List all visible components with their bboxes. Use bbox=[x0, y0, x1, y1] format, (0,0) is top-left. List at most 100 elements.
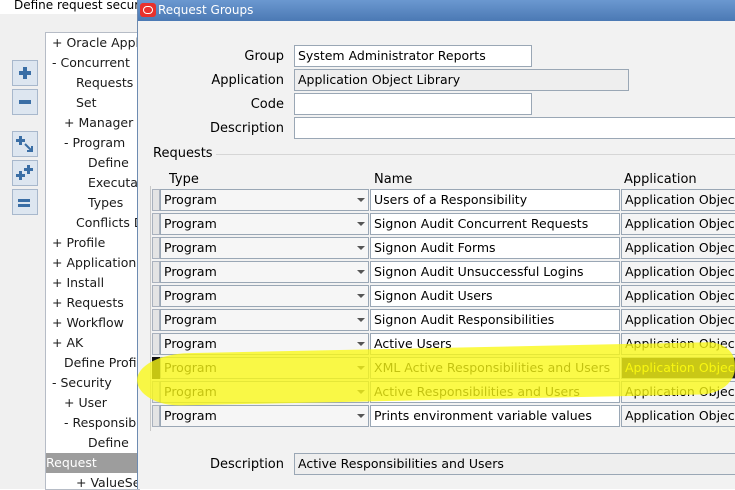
tree-node[interactable]: Conflicts D bbox=[76, 213, 139, 233]
name-field[interactable]: Active Users bbox=[370, 333, 620, 355]
type-select[interactable]: Program bbox=[160, 309, 369, 331]
name-field[interactable]: XML Active Responsibilities and Users bbox=[370, 357, 620, 379]
expand-icon bbox=[19, 67, 31, 79]
application-field[interactable]: Application Object L bbox=[621, 237, 735, 259]
dropdown-arrow-icon[interactable] bbox=[357, 318, 365, 322]
tree-node[interactable]: Define bbox=[88, 153, 129, 173]
dropdown-arrow-icon[interactable] bbox=[357, 366, 365, 370]
row-selector[interactable] bbox=[152, 213, 160, 235]
name-field[interactable]: Signon Audit Concurrent Requests bbox=[370, 213, 620, 235]
application-field[interactable]: Application Object L bbox=[621, 309, 735, 331]
dropdown-arrow-icon[interactable] bbox=[357, 414, 365, 418]
navigator-tree[interactable]: + Oracle Appli - Concurrent Requests Set + M… bbox=[45, 32, 140, 490]
name-field[interactable]: Signon Audit Forms bbox=[370, 237, 620, 259]
type-select[interactable]: Program bbox=[160, 261, 369, 283]
collapse-button[interactable] bbox=[12, 89, 38, 115]
expand-all-button[interactable] bbox=[12, 160, 38, 186]
tree-node[interactable]: + Install bbox=[52, 273, 104, 293]
tree-node[interactable]: + ValueSe bbox=[76, 473, 139, 489]
request-groups-window: Request Groups Group System Administrato… bbox=[137, 0, 735, 489]
row-selector[interactable] bbox=[152, 357, 160, 379]
tree-node[interactable]: Define Profile bbox=[64, 353, 139, 373]
type-select[interactable]: Program bbox=[160, 333, 369, 355]
tree-node[interactable]: + Workflow bbox=[52, 313, 124, 333]
tree-node[interactable]: + Manager bbox=[64, 113, 133, 133]
tree-node[interactable]: + Application bbox=[52, 253, 136, 273]
dropdown-arrow-icon[interactable] bbox=[357, 246, 365, 250]
application-field[interactable]: Application Object L bbox=[621, 189, 735, 211]
row-selector[interactable] bbox=[152, 261, 160, 283]
footer-description-label: Description bbox=[209, 457, 284, 472]
tree-node[interactable]: Types bbox=[88, 193, 123, 213]
tree-node[interactable]: - Security bbox=[52, 373, 112, 393]
tree-node[interactable]: + Requests bbox=[52, 293, 124, 313]
type-select[interactable]: Program bbox=[160, 213, 369, 235]
collapse-all-icon bbox=[18, 199, 30, 207]
type-select[interactable]: Program bbox=[160, 381, 369, 403]
name-field[interactable]: Signon Audit Users bbox=[370, 285, 620, 307]
tree-node[interactable]: Set bbox=[76, 93, 97, 113]
tree-node[interactable]: Executa bbox=[88, 173, 138, 193]
application-field[interactable]: Application Object L bbox=[621, 261, 735, 283]
navigator-panel: + Oracle Appli - Concurrent Requests Set + M… bbox=[0, 14, 140, 490]
type-select[interactable]: Program bbox=[160, 405, 369, 427]
application-field[interactable]: Application Object L bbox=[621, 333, 735, 355]
expand-button[interactable] bbox=[12, 60, 38, 86]
application-field[interactable]: Application Object L bbox=[621, 285, 735, 307]
application-field[interactable]: Application Object L bbox=[621, 381, 735, 403]
tree-node[interactable]: Define bbox=[88, 433, 129, 453]
section-divider bbox=[216, 154, 735, 155]
collapse-icon bbox=[19, 100, 31, 104]
window-titlebar[interactable]: Request Groups bbox=[138, 0, 735, 21]
type-select[interactable]: Program bbox=[160, 357, 369, 379]
row-selector[interactable] bbox=[152, 189, 160, 211]
dropdown-arrow-icon[interactable] bbox=[357, 198, 365, 202]
tree-node[interactable]: + Oracle Appli bbox=[52, 33, 139, 53]
row-selector[interactable] bbox=[152, 237, 160, 259]
application-field[interactable]: Application Object L bbox=[621, 405, 735, 427]
dropdown-arrow-icon[interactable] bbox=[357, 294, 365, 298]
type-select[interactable]: Program bbox=[160, 237, 369, 259]
type-value: Program bbox=[164, 216, 217, 231]
type-value: Program bbox=[164, 360, 217, 375]
type-select[interactable]: Program bbox=[160, 285, 369, 307]
tree-node[interactable]: - Program bbox=[64, 133, 125, 153]
collapse-all-button[interactable] bbox=[12, 189, 38, 215]
application-field[interactable]: Application Object Library bbox=[294, 69, 629, 91]
footer-description-field[interactable]: Active Responsibilities and Users bbox=[294, 453, 735, 475]
code-field[interactable] bbox=[294, 93, 532, 115]
requests-section-legend: Requests bbox=[153, 146, 213, 161]
tree-node[interactable]: Request bbox=[46, 453, 139, 473]
tree-node[interactable]: + AK bbox=[52, 333, 83, 353]
row-selector[interactable] bbox=[152, 381, 160, 403]
dropdown-arrow-icon[interactable] bbox=[357, 342, 365, 346]
name-field[interactable]: Active Responsibilities and Users bbox=[370, 381, 620, 403]
type-value: Program bbox=[164, 288, 217, 303]
group-label: Group bbox=[244, 49, 284, 64]
name-field[interactable]: Signon Audit Unsuccessful Logins bbox=[370, 261, 620, 283]
tree-node[interactable]: - Concurrent bbox=[52, 53, 130, 73]
dropdown-arrow-icon[interactable] bbox=[357, 390, 365, 394]
name-field[interactable]: Prints environment variable values bbox=[370, 405, 620, 427]
group-field[interactable]: System Administrator Reports bbox=[294, 45, 532, 67]
dropdown-arrow-icon[interactable] bbox=[357, 270, 365, 274]
application-field[interactable]: Application Object L bbox=[621, 357, 735, 379]
row-selector[interactable] bbox=[152, 405, 160, 427]
tree-node[interactable]: + Profile bbox=[52, 233, 105, 253]
row-selector[interactable] bbox=[152, 285, 160, 307]
name-field[interactable]: Users of a Responsibility bbox=[370, 189, 620, 211]
row-selector[interactable] bbox=[152, 309, 160, 331]
expand-branch-button[interactable] bbox=[12, 131, 38, 157]
row-selector[interactable] bbox=[152, 333, 160, 355]
code-label: Code bbox=[250, 97, 284, 112]
dropdown-arrow-icon[interactable] bbox=[357, 222, 365, 226]
tree-node[interactable]: + User bbox=[64, 393, 107, 413]
oracle-logo-icon bbox=[140, 3, 156, 17]
type-select[interactable]: Program bbox=[160, 189, 369, 211]
description-field[interactable] bbox=[294, 117, 735, 139]
name-field[interactable]: Signon Audit Responsibilities bbox=[370, 309, 620, 331]
type-value: Program bbox=[164, 336, 217, 351]
application-field[interactable]: Application Object L bbox=[621, 213, 735, 235]
tree-node[interactable]: Requests bbox=[76, 73, 133, 93]
tree-node[interactable]: - Responsibi bbox=[64, 413, 139, 433]
